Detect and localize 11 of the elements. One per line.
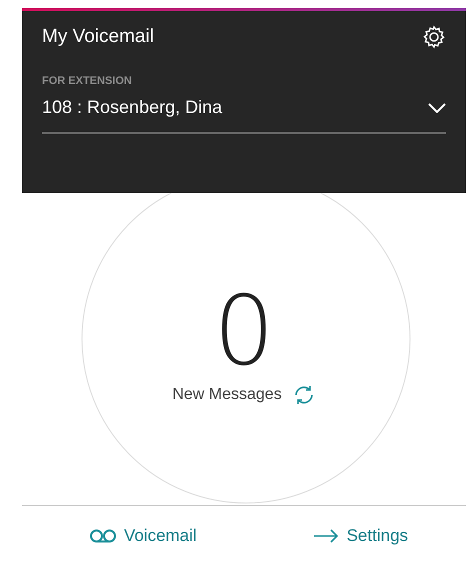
footer-link[interactable]: Settings bbox=[312, 526, 408, 546]
panel-title: My Voicemail bbox=[42, 26, 154, 48]
chevron-down-icon bbox=[428, 102, 446, 112]
field-label: FOR EXTENSION bbox=[42, 75, 133, 87]
message-count: 0 bbox=[213, 283, 275, 379]
count-label: New Messages bbox=[172, 386, 282, 404]
arrow-right-icon bbox=[312, 529, 339, 543]
footer-link[interactable]: Voicemail bbox=[90, 526, 197, 546]
settings-icon[interactable] bbox=[422, 25, 446, 49]
voicemail-icon bbox=[90, 529, 116, 543]
extension-select[interactable]: 108 : Rosenberg, Dina bbox=[42, 89, 446, 134]
